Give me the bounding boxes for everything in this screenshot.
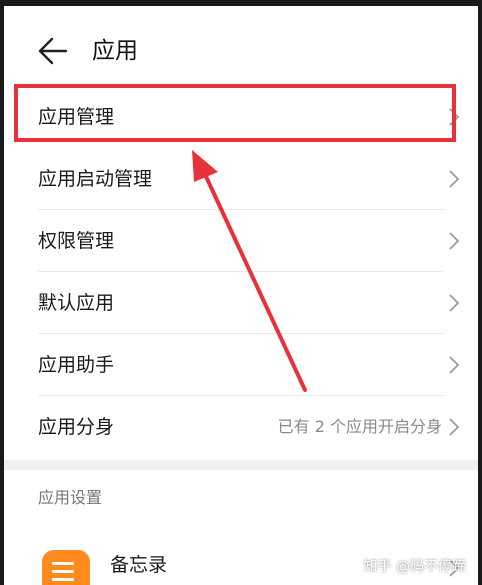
menu-item-label: 应用分身 (38, 416, 115, 438)
highlight-box (14, 84, 456, 142)
menu-item-app-startup-management[interactable]: 应用启动管理 (4, 148, 478, 210)
chevron-right-icon (449, 356, 460, 374)
menu-item-app-twin[interactable]: 应用分身 已有 2 个应用开启分身 (4, 396, 478, 458)
section-title-app-settings: 应用设置 (38, 488, 103, 507)
menu-item-app-assistant[interactable]: 应用助手 (4, 334, 478, 396)
chevron-right-icon (449, 294, 460, 312)
chevron-right-icon (449, 418, 460, 436)
menu-item-default-apps[interactable]: 默认应用 (4, 272, 478, 334)
menu-item-label: 默认应用 (38, 292, 115, 314)
chevron-right-icon (449, 170, 460, 188)
header-bar: 应用 (4, 6, 478, 92)
menu-item-label: 权限管理 (38, 230, 115, 252)
menu-item-permission-management[interactable]: 权限管理 (4, 210, 478, 272)
page-title: 应用 (92, 38, 138, 64)
settings-item-label: 备忘录 (110, 554, 168, 576)
arrow-left-icon[interactable] (36, 34, 70, 68)
menu-item-label: 应用启动管理 (38, 168, 153, 190)
menu-item-label: 应用助手 (38, 354, 115, 376)
section-gap (4, 460, 478, 470)
notes-app-icon (42, 550, 90, 585)
watermark-text: 知乎 @码不停蹄 (363, 559, 466, 575)
chevron-right-icon (449, 232, 460, 250)
app-twin-status: 已有 2 个应用开启分身 (277, 417, 442, 436)
